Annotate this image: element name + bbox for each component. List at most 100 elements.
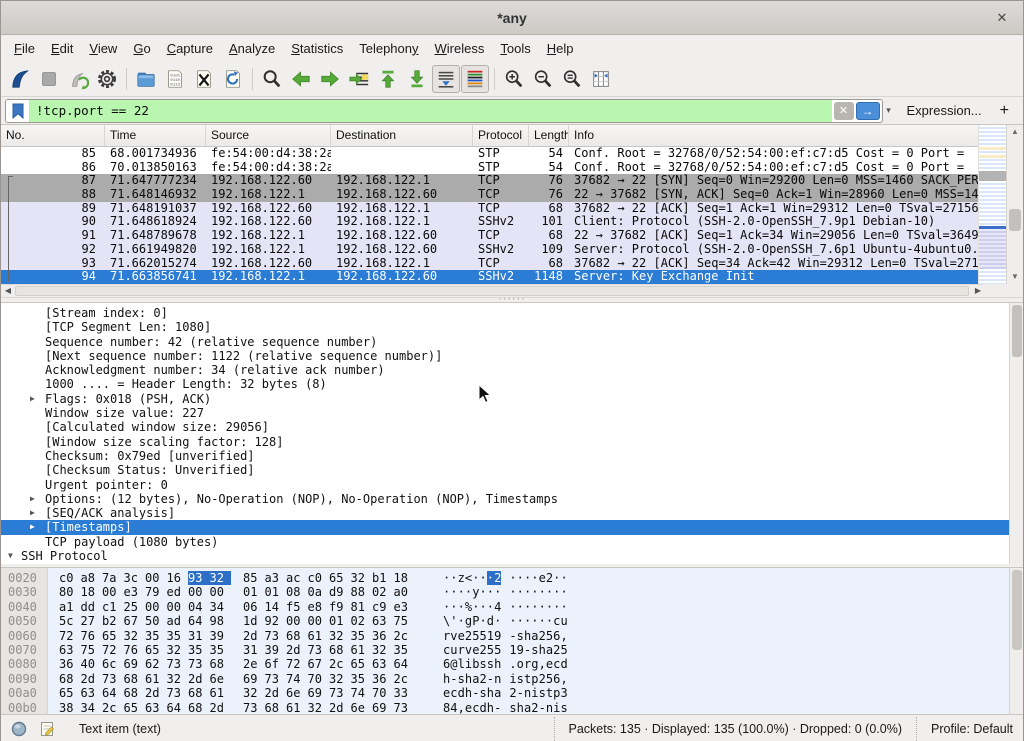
auto-scroll-icon[interactable] [432,65,460,93]
hex-byte[interactable]: b2 [102,614,124,628]
hex-byte[interactable]: 32 [243,686,265,700]
hex-ascii-char[interactable]: 4 [450,701,457,714]
hex-ascii-char[interactable]: h [494,657,501,671]
hex-ascii-char[interactable]: · [546,614,553,628]
hex-ascii-char[interactable]: · [524,614,531,628]
detail-line-0[interactable]: [Stream index: 0] [1,306,1023,320]
hex-ascii-char[interactable]: s [479,657,486,671]
hex-ascii-char[interactable]: · [524,571,531,585]
detail-line-10[interactable]: Checksum: 0x79ed [unverified] [1,449,1023,463]
hex-byte[interactable]: 75 [81,643,103,657]
display-filter-input[interactable]: !tcp.port == 22 [30,100,832,122]
hex-ascii-char[interactable]: 6 [443,657,450,671]
detail-line-17[interactable]: ▼SSH Protocol [1,549,1023,563]
detail-line-6[interactable]: ▶Flags: 0x018 (PSH, ACK) [1,392,1023,406]
hex-ascii-char[interactable]: , [458,701,465,714]
hex-byte[interactable]: 04 [188,600,210,614]
hex-ascii-char[interactable]: < [465,571,472,585]
hex-ascii-char[interactable]: n [524,686,531,700]
hex-ascii-char[interactable]: i [509,672,516,686]
packet-row-91[interactable]: 9171.648789678192.168.122.1192.168.122.6… [1,229,1023,243]
hex-byte[interactable]: f9 [329,600,351,614]
hex-ascii-char[interactable]: a [546,643,553,657]
hex-ascii-char[interactable]: · [443,571,450,585]
hex-byte[interactable]: 00 [286,614,308,628]
hex-ascii-char[interactable]: · [546,600,553,614]
hex-ascii-char[interactable]: · [472,571,479,585]
hex-byte[interactable]: 08 [286,585,308,599]
hex-byte[interactable]: 74 [351,686,373,700]
hex-ascii-char[interactable]: 2 [494,571,501,585]
hex-ascii-char[interactable]: · [531,585,538,599]
menu-edit[interactable]: Edit [44,38,80,59]
hex-byte[interactable]: 00 [210,585,232,599]
hex-ascii-char[interactable]: p [553,686,560,700]
hex-byte[interactable]: 76 [124,643,146,657]
packet-row-93[interactable]: 9371.662015274192.168.122.60192.168.122.… [1,257,1023,271]
hex-byte[interactable]: 33 [394,686,416,700]
hscrollbar-thumb[interactable] [15,286,969,296]
hex-ascii-char[interactable]: d [560,657,567,671]
hex-ascii-char[interactable]: r [458,643,465,657]
hex-byte[interactable]: 00 [167,600,189,614]
hex-ascii-char[interactable]: s [458,672,465,686]
hex-byte[interactable]: 72 [286,657,308,671]
hex-byte[interactable]: 18 [81,585,103,599]
hex-ascii-char[interactable]: - [472,686,479,700]
col-header-destination[interactable]: Destination [331,125,473,146]
hex-byte[interactable]: 32 [167,643,189,657]
hex-ascii-char[interactable]: · [472,600,479,614]
go-to-packet-icon[interactable] [345,65,373,93]
packet-row-92[interactable]: 9271.661949820192.168.122.1192.168.122.6… [1,243,1023,257]
capture-comment-icon[interactable] [37,719,57,739]
scroll-down-arrow-icon[interactable]: ▼ [1007,270,1023,284]
packet-list-hscrollbar[interactable]: ◀ ▶ [1,284,985,297]
hex-ascii-char[interactable]: 9 [494,629,501,643]
hex-ascii-char[interactable]: s [509,701,516,714]
hex-ascii-char[interactable]: e [458,629,465,643]
hex-ascii-char[interactable]: 5 [546,629,553,643]
save-file-icon[interactable]: 010101100113 [161,65,189,93]
hex-ascii-char[interactable]: 8 [443,701,450,714]
hex-byte[interactable]: 65 [59,686,81,700]
hex-byte[interactable]: 6e [351,701,373,714]
hex-ascii-char[interactable]: a [531,629,538,643]
filter-apply-icon[interactable]: → [856,102,880,120]
expander-collapsed-icon[interactable]: ▶ [30,492,35,506]
hex-ascii-char[interactable]: · [517,571,524,585]
menu-analyze[interactable]: Analyze [222,38,282,59]
expression-button[interactable]: Expression... [907,103,982,118]
reload-file-icon[interactable] [219,65,247,93]
hex-byte[interactable]: 00 [188,585,210,599]
hex-ascii-char[interactable]: · [450,571,457,585]
hex-ascii-char[interactable]: · [458,585,465,599]
hex-ascii-char[interactable]: · [524,600,531,614]
packet-row-85[interactable]: 8568.001734936fe:54:00:d4:38:2aSTP54Conf… [1,147,1023,161]
hex-byte[interactable]: 35 [145,629,167,643]
hex-byte[interactable]: 73 [188,657,210,671]
hex-byte[interactable]: 68 [188,686,210,700]
hex-ascii-char[interactable]: · [443,600,450,614]
hex-ascii-char[interactable]: i [465,657,472,671]
hex-ascii-char[interactable]: a [472,672,479,686]
hex-byte[interactable]: 70 [308,672,330,686]
hex-byte[interactable]: 73 [265,629,287,643]
hex-ascii-char[interactable]: e [539,571,546,585]
hex-ascii-char[interactable]: t [546,686,553,700]
hex-ascii-char[interactable]: 5 [487,643,494,657]
hex-byte[interactable]: 88 [351,585,373,599]
hex-byte[interactable]: b1 [372,571,394,585]
hex-ascii-char[interactable]: h [524,629,531,643]
go-back-icon[interactable] [287,65,315,93]
hex-ascii-char[interactable]: 4 [494,600,501,614]
hex-byte[interactable]: 50 [145,614,167,628]
hex-byte[interactable]: 31 [188,629,210,643]
hex-byte[interactable]: 74 [286,672,308,686]
hex-byte[interactable]: 36 [372,629,394,643]
hex-ascii-char[interactable]: 2 [539,629,546,643]
hex-ascii-char[interactable]: 6 [553,629,560,643]
hex-ascii-char[interactable]: · [517,585,524,599]
hex-byte[interactable]: 69 [243,672,265,686]
hex-byte[interactable]: ed [167,585,189,599]
packet-row-87[interactable]: 8771.647777234192.168.122.60192.168.122.… [1,174,1023,188]
